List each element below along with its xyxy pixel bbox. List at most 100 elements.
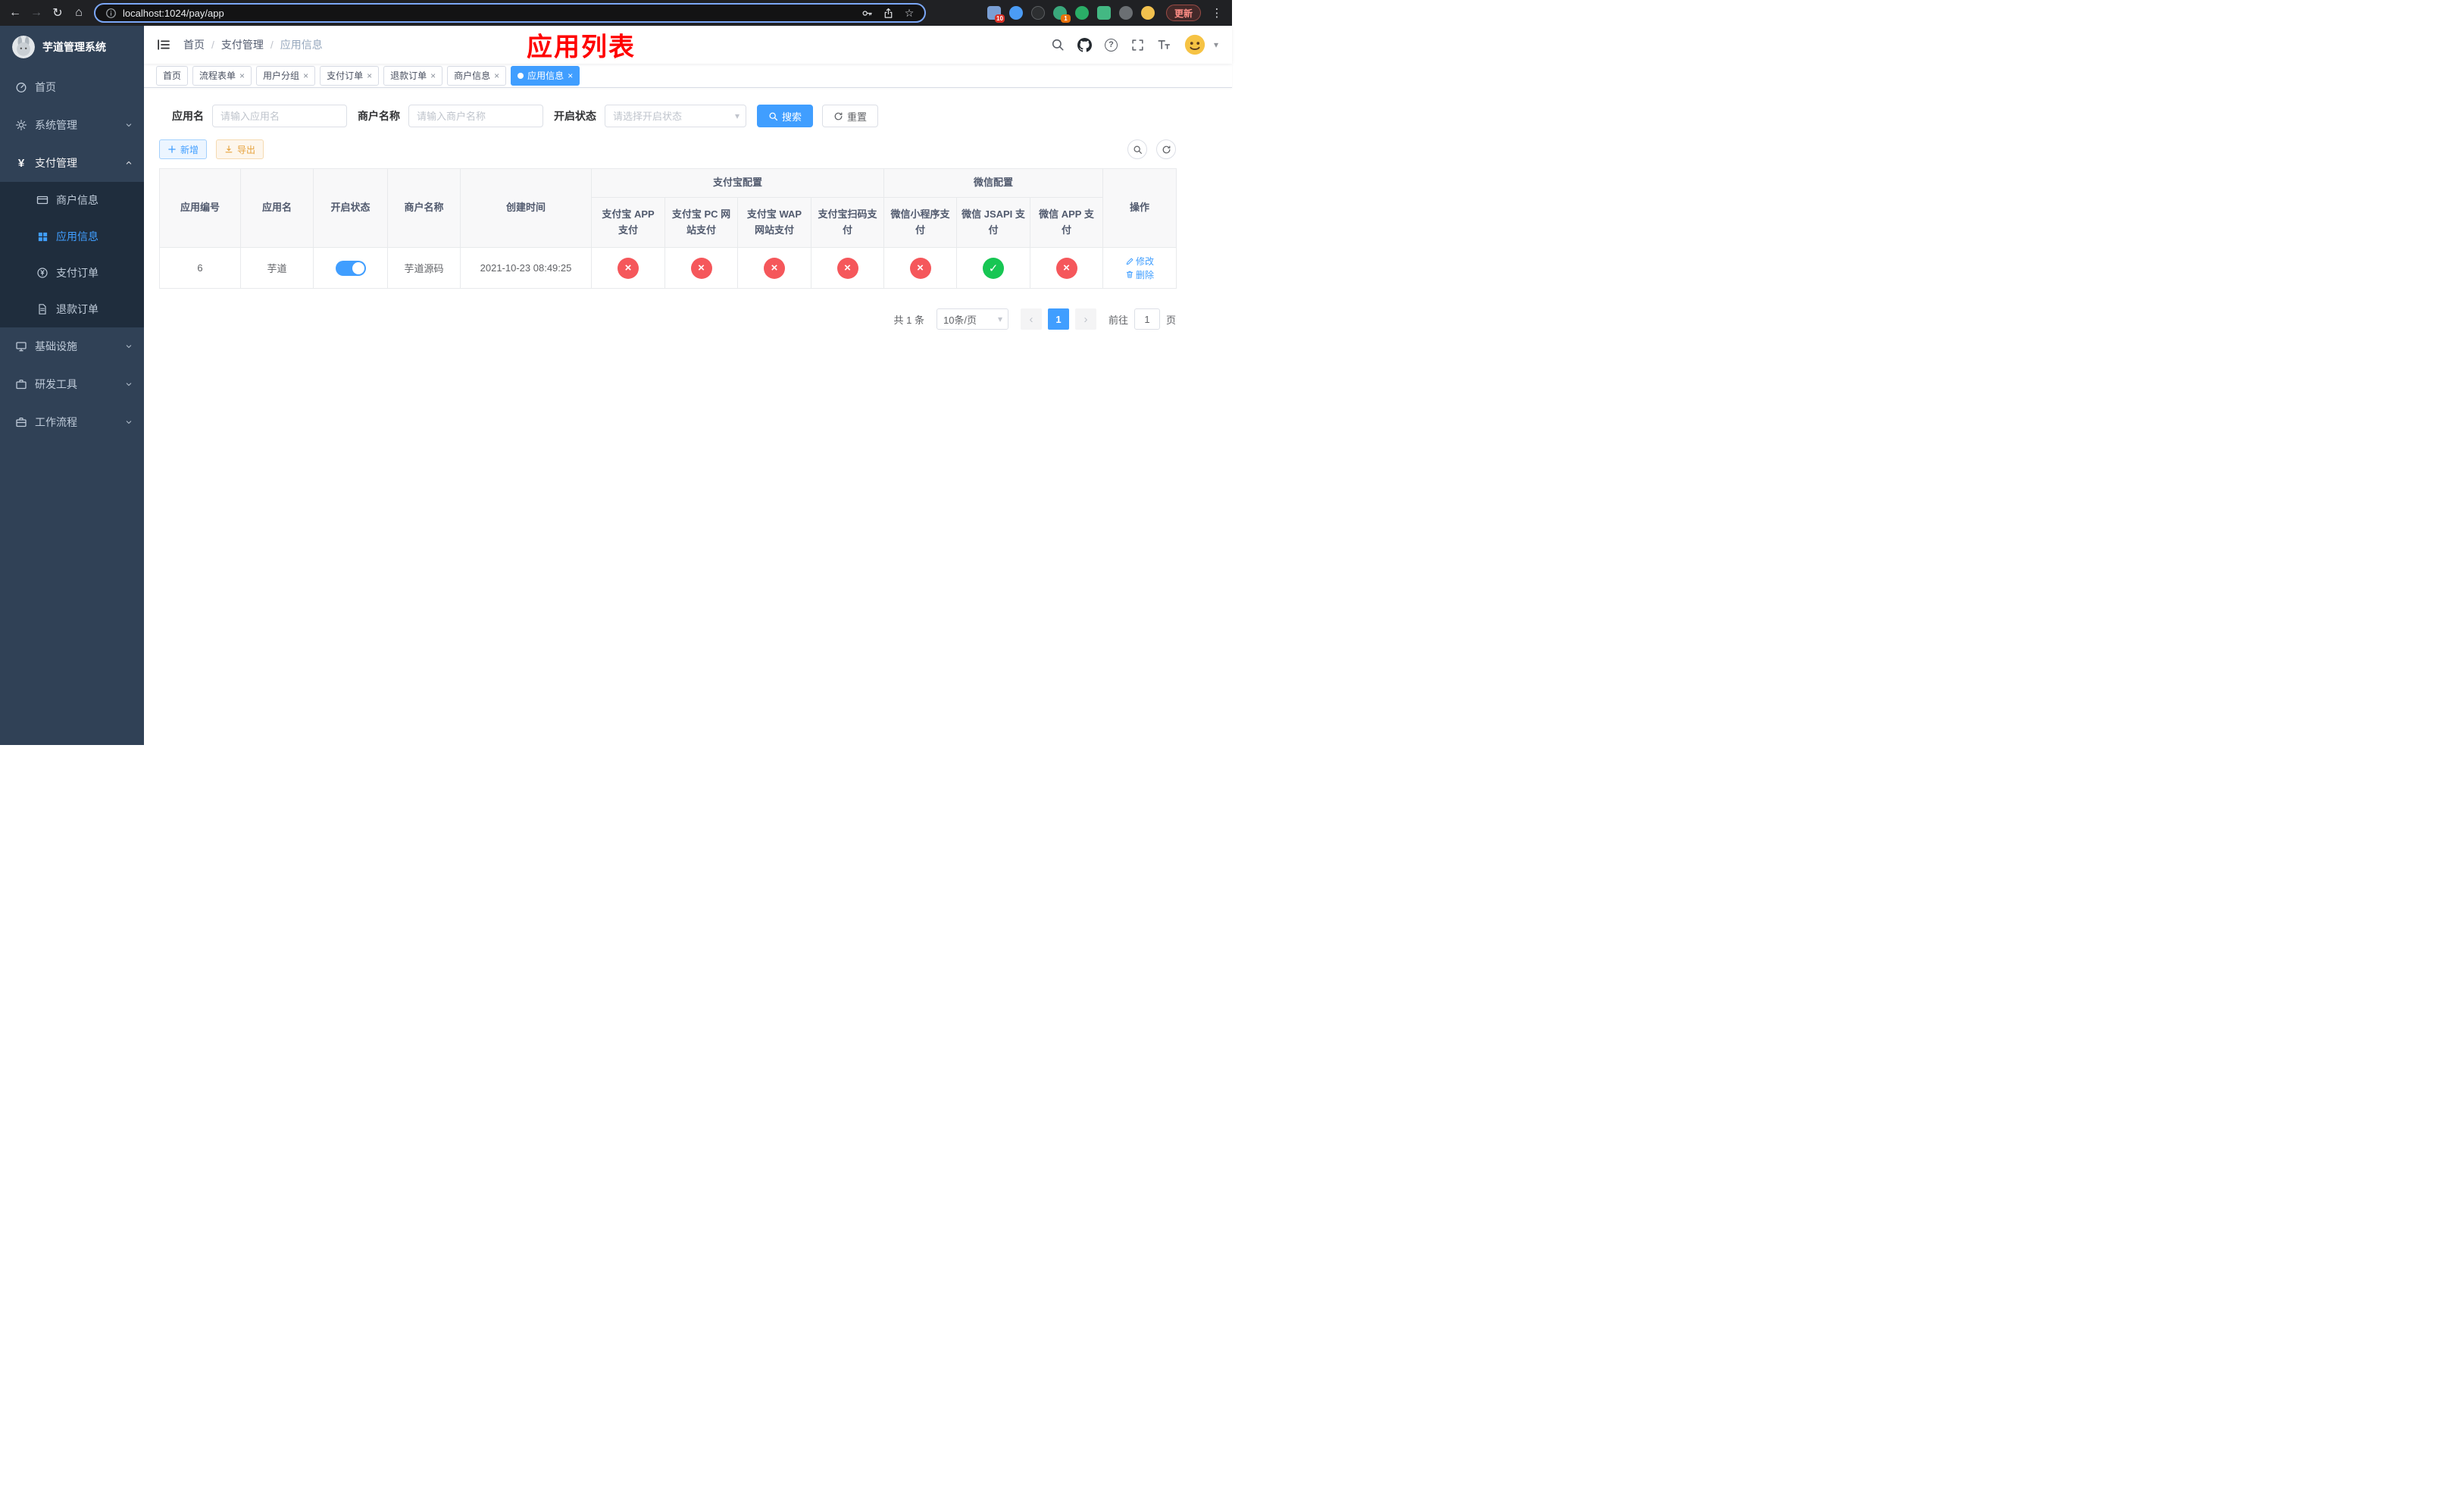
col-header-status: 开启状态 xyxy=(313,168,388,248)
sidebar-item-pay-order[interactable]: 支付订单 xyxy=(0,255,144,291)
sidebar-item-workflow[interactable]: 工作流程 xyxy=(0,403,144,441)
tab-home[interactable]: 首页 xyxy=(156,65,189,86)
site-info-icon[interactable] xyxy=(105,7,117,19)
address-bar[interactable]: localhost:1024/pay/app ☆ xyxy=(94,3,926,23)
browser-home-icon[interactable]: ⌂ xyxy=(68,2,89,23)
extension-icon-5[interactable] xyxy=(1074,6,1089,20)
col-header-actions: 操作 xyxy=(1102,168,1177,248)
prev-page-button[interactable]: ‹ xyxy=(1020,308,1042,330)
app-status-toggle[interactable] xyxy=(335,260,366,276)
password-key-icon[interactable] xyxy=(861,7,873,19)
tab-label: 应用信息 xyxy=(527,70,564,81)
tab-label: 首页 xyxy=(163,70,182,81)
tab-app-info[interactable]: 应用信息 × xyxy=(511,65,580,86)
hide-search-button[interactable] xyxy=(1127,139,1147,159)
workflow-icon xyxy=(15,416,27,428)
help-icon[interactable]: ? xyxy=(1104,38,1118,52)
github-icon[interactable] xyxy=(1077,37,1092,52)
tab-close-icon[interactable]: × xyxy=(239,71,245,80)
extension-icon-3[interactable] xyxy=(1030,6,1045,20)
sidebar-toggle-icon[interactable] xyxy=(156,37,171,52)
delete-button[interactable]: 删除 xyxy=(1125,268,1154,281)
extension-icon-7[interactable] xyxy=(1118,6,1133,20)
sidebar-item-payment[interactable]: ¥ 支付管理 xyxy=(0,144,144,182)
search-button[interactable]: 搜索 xyxy=(757,105,814,127)
dashboard-icon xyxy=(15,81,27,93)
url-text[interactable]: localhost:1024/pay/app xyxy=(123,8,224,19)
page-number-button[interactable]: 1 xyxy=(1047,308,1069,330)
merchant-name-input[interactable] xyxy=(408,105,543,127)
sidebar-item-label: 系统管理 xyxy=(35,119,77,131)
extension-icon-1[interactable]: 10 xyxy=(987,6,1005,23)
next-page-button[interactable]: › xyxy=(1074,308,1096,330)
sidebar-item-dev-tools[interactable]: 研发工具 xyxy=(0,365,144,403)
avatar-caret-icon[interactable]: ▾ xyxy=(1214,39,1218,50)
cell-wx-lite: × xyxy=(883,247,958,289)
sidebar-item-refund-order[interactable]: 退款订单 xyxy=(0,291,144,327)
tab-label: 流程表单 xyxy=(199,70,236,81)
sidebar-item-home[interactable]: 首页 xyxy=(0,68,144,106)
app-name-input[interactable] xyxy=(212,105,347,127)
tab-refund-order[interactable]: 退款订单 × xyxy=(383,65,443,86)
edit-button[interactable]: 修改 xyxy=(1125,255,1154,268)
table-toolbar: 新增 导出 xyxy=(159,139,1176,159)
export-button[interactable]: 导出 xyxy=(216,139,264,159)
top-navbar: 首页 / 支付管理 / 应用信息 应用列表 ? ▾ xyxy=(144,26,1232,64)
sidebar-item-merchant-info[interactable]: 商户信息 xyxy=(0,182,144,218)
font-size-icon[interactable] xyxy=(1157,38,1171,52)
status-select-input[interactable] xyxy=(605,105,746,127)
col-header-alipay-qr: 支付宝扫码支付 xyxy=(810,197,885,248)
share-icon[interactable] xyxy=(882,7,894,19)
sidebar-menu: 首页 系统管理 ¥ 支付管理 商户信息 应用信息 支付订单 退款订单 基础设施 … xyxy=(0,68,144,441)
sidebar-item-infra[interactable]: 基础设施 xyxy=(0,327,144,365)
tab-close-icon[interactable]: × xyxy=(494,71,499,80)
cell-app-id: 6 xyxy=(159,247,241,289)
breadcrumb-home[interactable]: 首页 xyxy=(183,37,205,52)
refresh-button[interactable] xyxy=(1156,139,1176,159)
browser-back-icon[interactable]: ← xyxy=(5,2,26,23)
extension-icon-2[interactable] xyxy=(1008,6,1023,20)
reset-button-label: 重置 xyxy=(847,111,868,123)
page-size-value: 10条/页 xyxy=(943,314,977,326)
app-name-label: 应用名 xyxy=(172,110,204,122)
reset-button[interactable]: 重置 xyxy=(822,105,879,127)
chevron-down-icon xyxy=(124,418,133,427)
page-content: 应用名 商户名称 开启状态 ▾ 搜索 xyxy=(144,88,1232,745)
user-avatar[interactable] xyxy=(1183,33,1206,56)
status-disabled-icon: × xyxy=(690,257,712,279)
extension-icon-8[interactable] xyxy=(1140,6,1155,20)
sidebar: 芋道管理系统 首页 系统管理 ¥ 支付管理 商户信息 应用信息 支付订单 退款订… xyxy=(0,26,144,745)
goto-page-input[interactable] xyxy=(1134,308,1160,330)
screen: ← → ↻ ⌂ localhost:1024/pay/app ☆ 10 1 更新… xyxy=(0,0,1232,745)
tab-process-form[interactable]: 流程表单 × xyxy=(192,65,252,86)
add-button[interactable]: 新增 xyxy=(159,139,208,159)
tab-close-icon[interactable]: × xyxy=(303,71,308,80)
cell-alipay-wap: × xyxy=(737,247,811,289)
tab-close-icon[interactable]: × xyxy=(430,71,436,80)
bookmark-star-icon[interactable]: ☆ xyxy=(903,7,915,19)
extension-icon-4[interactable]: 1 xyxy=(1052,6,1071,23)
tab-close-icon[interactable]: × xyxy=(367,71,372,80)
tab-close-icon[interactable]: × xyxy=(568,71,573,80)
tab-merchant-info[interactable]: 商户信息 × xyxy=(447,65,507,86)
app-logo[interactable]: 芋道管理系统 xyxy=(0,26,144,68)
chevron-down-icon xyxy=(124,121,133,130)
search-icon[interactable] xyxy=(1051,38,1065,52)
browser-update-button[interactable]: 更新 xyxy=(1165,5,1201,21)
extension-icon-6[interactable] xyxy=(1096,6,1111,20)
tab-pay-order[interactable]: 支付订单 × xyxy=(320,65,380,86)
browser-forward-icon[interactable]: → xyxy=(26,2,47,23)
status-select[interactable]: ▾ xyxy=(605,105,746,127)
browser-menu-icon[interactable]: ⋮ xyxy=(1209,6,1224,20)
breadcrumb-section[interactable]: 支付管理 xyxy=(221,37,264,52)
sidebar-item-system[interactable]: 系统管理 xyxy=(0,106,144,144)
tab-user-group[interactable]: 用户分组 × xyxy=(256,65,316,86)
sidebar-item-app-info[interactable]: 应用信息 xyxy=(0,218,144,255)
active-tab-dot xyxy=(518,72,524,79)
cell-app-name: 芋道 xyxy=(240,247,314,289)
fullscreen-icon[interactable] xyxy=(1130,38,1145,52)
cell-alipay-qr: × xyxy=(810,247,885,289)
page-size-select[interactable]: 10条/页 ▾ xyxy=(936,308,1008,330)
browser-reload-icon[interactable]: ↻ xyxy=(47,2,68,23)
status-enabled-icon: ✓ xyxy=(983,257,1005,279)
